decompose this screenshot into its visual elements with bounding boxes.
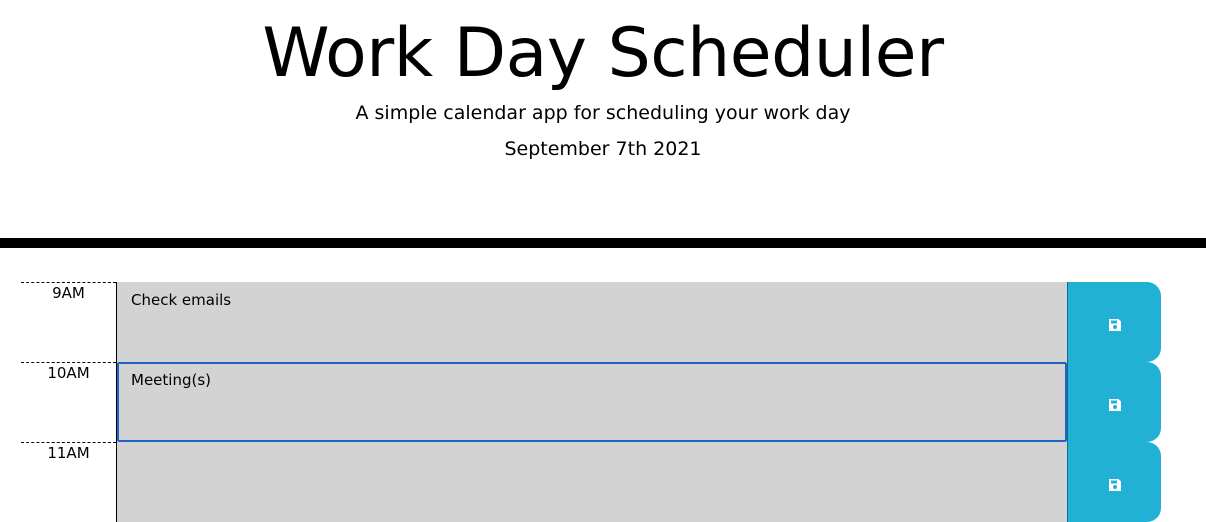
save-icon [1109,399,1121,411]
hour-label: 11AM [21,442,116,522]
hour-label: 10AM [21,362,116,442]
jumbotron-header: Work Day Scheduler A simple calendar app… [0,0,1206,238]
timeblock-11am: 11AM [21,442,1161,522]
current-date: September 7th 2021 [504,138,702,160]
page-title: Work Day Scheduler [262,14,944,93]
timeblock-10am: 10AM Meeting(s) [21,362,1161,442]
page-subtitle: A simple calendar app for scheduling you… [355,102,851,124]
save-button[interactable] [1067,442,1161,522]
save-icon [1109,479,1121,491]
description-input[interactable]: Check emails [117,282,1067,362]
timeblock-9am: 9AM Check emails [21,282,1161,362]
save-icon [1109,319,1121,331]
save-button[interactable] [1067,362,1161,442]
hour-label: 9AM [21,282,116,362]
header-divider [0,238,1206,248]
description-input[interactable] [117,442,1067,522]
description-input[interactable]: Meeting(s) [117,362,1067,442]
save-button[interactable] [1067,282,1161,362]
